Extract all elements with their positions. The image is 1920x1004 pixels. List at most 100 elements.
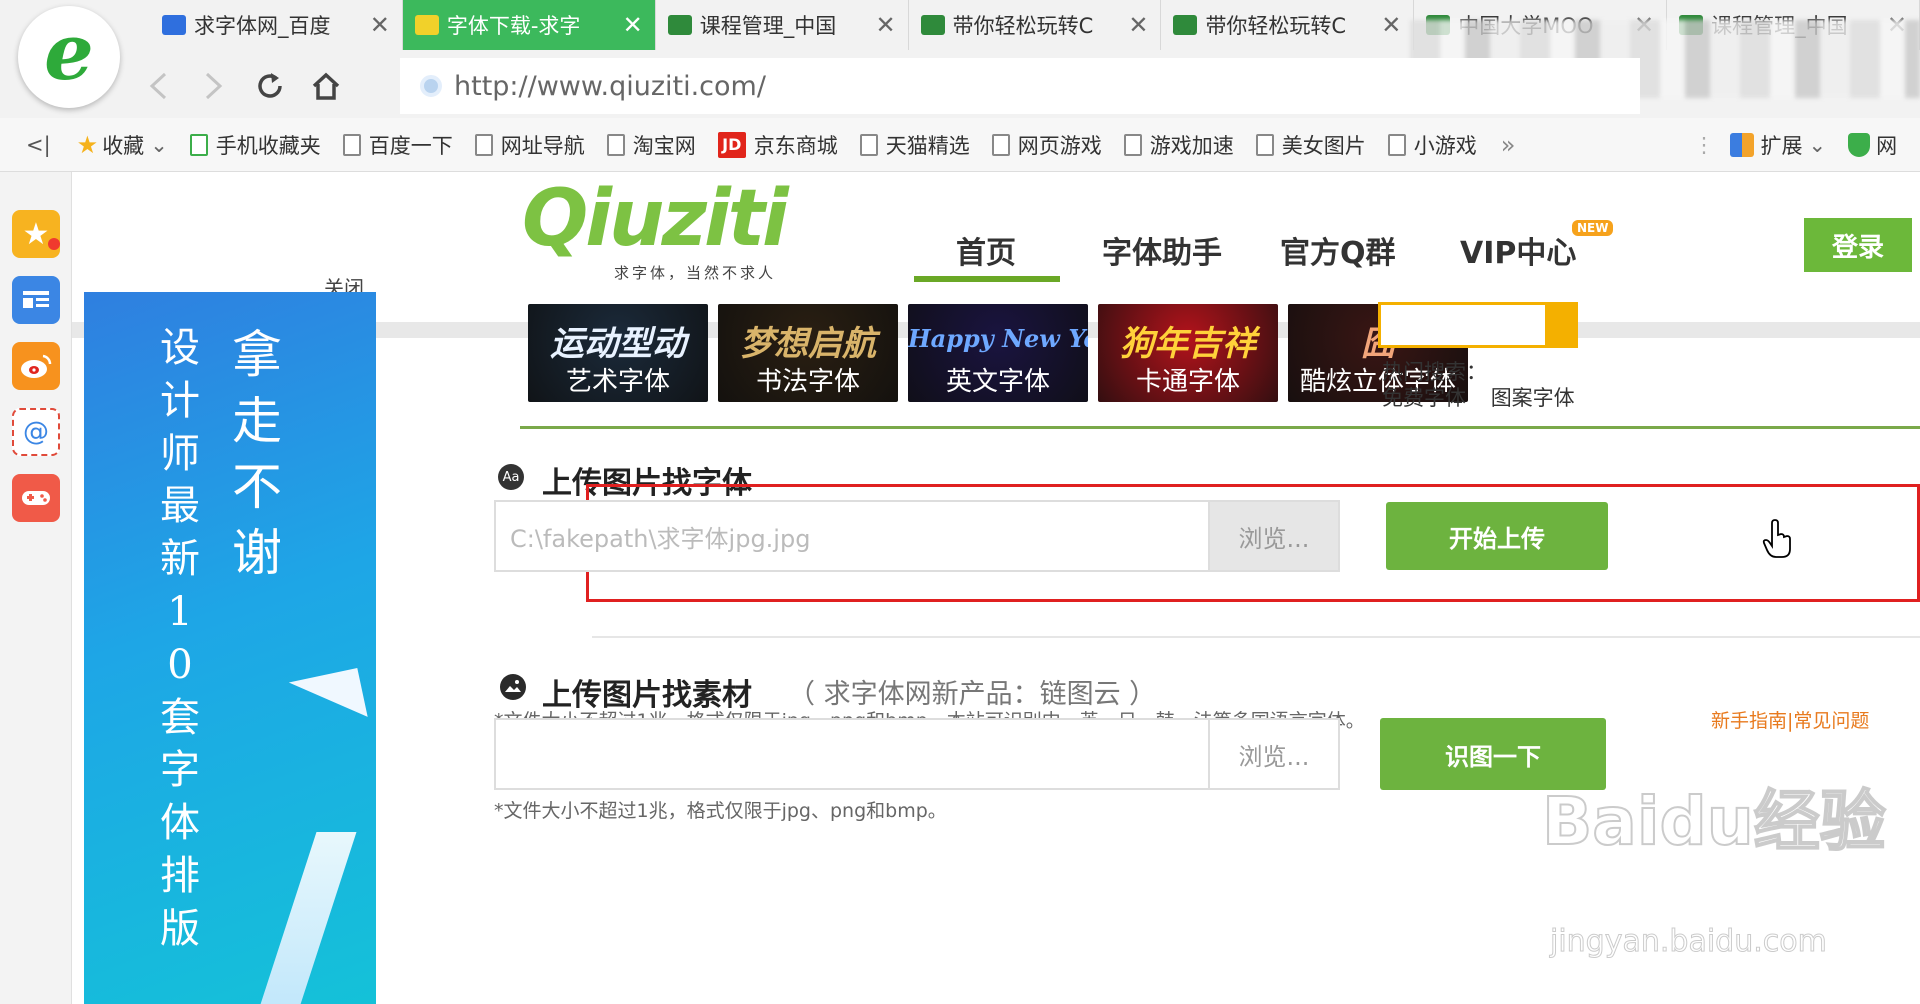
bookmark-item[interactable]: 手机收藏夹 (189, 130, 321, 160)
site-logo[interactable]: Qiuziti 求字体，当然不求人 (522, 180, 822, 282)
news-feed-icon[interactable] (12, 276, 60, 324)
extra-toolbar-button[interactable]: 网 (1848, 130, 1897, 160)
phone-icon (189, 133, 208, 156)
tab-favicon-icon (414, 15, 439, 35)
bookmark-label: 网址导航 (500, 133, 585, 158)
browser-sidebar: ★ @ (0, 172, 72, 1004)
game-controller-icon[interactable] (12, 474, 60, 522)
nav-font-helper[interactable]: 字体助手 (1102, 228, 1222, 272)
weibo-icon[interactable] (12, 342, 60, 390)
page-icon (342, 133, 361, 156)
upload-font-browse-button[interactable]: 浏览... (1208, 500, 1340, 572)
extensions-button[interactable]: 扩展 ⌄ (1730, 130, 1826, 160)
site-slogan: 求字体，当然不求人 (614, 264, 777, 282)
page-icon (1255, 133, 1274, 156)
category-artwork-text: Happy New Year (908, 324, 1088, 353)
section-divider (592, 636, 1920, 638)
back-button[interactable] (130, 58, 186, 114)
upload-material-icon (500, 674, 526, 700)
category-label: 英文字体 (945, 367, 1050, 397)
nav-qq-group[interactable]: 官方Q群 (1280, 228, 1396, 272)
bookmark-item[interactable]: 小游戏 (1387, 130, 1477, 160)
page-icon (991, 133, 1010, 156)
browser-tab[interactable]: 字体下载-求字 ✕ (402, 0, 656, 50)
navigation-row: http://www.qiuziti.com/ (130, 54, 1920, 118)
tab-close-icon[interactable]: ✕ (1381, 11, 1401, 39)
category-label: 书法字体 (755, 367, 860, 397)
login-button[interactable]: 登录 (1804, 218, 1912, 272)
browser-tab[interactable]: 带你轻松玩转C ✕ (1161, 0, 1415, 50)
baidu-watermark: Baidu经验 (1541, 782, 1887, 861)
bookmark-label: 百度一下 (368, 133, 453, 158)
browser-logo-icon[interactable]: e (18, 6, 120, 108)
home-button[interactable] (298, 58, 354, 114)
site-security-icon (420, 75, 442, 97)
site-search-button[interactable] (1548, 302, 1578, 348)
bookmark-label: 游戏加速 (1149, 133, 1234, 158)
bookmark-item[interactable]: 游戏加速 (1123, 130, 1234, 160)
tab-title: 带你轻松玩转C (952, 14, 1094, 38)
bookmarks-more-button[interactable]: » (1501, 131, 1516, 159)
web-page: Qiuziti 求字体，当然不求人 首页 字体助手 官方Q群 VIP中心 NEW… (72, 172, 1920, 1004)
ad-decoration-arrow (220, 667, 368, 747)
ad-text-secondary: 拿走不谢 (232, 326, 282, 582)
category-thumbnails: 运动型动艺术字体梦想启航书法字体 Happy New Year 英文字体 狗年吉祥卡通… (528, 304, 1478, 402)
category-card[interactable]: 狗年吉祥 卡通字体 (1098, 304, 1278, 402)
upload-font-start-button[interactable]: 开始上传 (1386, 502, 1608, 570)
bookmark-item[interactable]: 淘宝网 (606, 130, 696, 160)
star-icon: ★ (76, 130, 99, 159)
tab-close-icon[interactable]: ✕ (875, 11, 895, 39)
url-text: http://www.qiuziti.com/ (454, 70, 766, 102)
upload-font-file-field[interactable]: C:\fakepath\求字体jpg.jpg (494, 500, 1210, 572)
reload-button[interactable] (242, 58, 298, 114)
bookmark-item[interactable]: 百度一下 (342, 130, 453, 160)
favorites-star-icon[interactable]: ★ (12, 210, 60, 258)
side-banner-ad[interactable]: 设计师最新10套字体排版 拿走不谢 (84, 292, 376, 1004)
shield-icon (1848, 132, 1871, 157)
upload-material-browse-button[interactable]: 浏览... (1208, 718, 1340, 790)
tab-favicon-icon (162, 15, 186, 35)
bookmark-item[interactable]: 网页游戏 (991, 130, 1102, 160)
browser-tab[interactable]: 课程管理_中国 ✕ (656, 0, 909, 50)
category-artwork-text: 梦想启航 (740, 324, 876, 364)
browser-tab[interactable]: 带你轻松玩转C ✕ (909, 0, 1162, 50)
notification-dot (48, 238, 60, 250)
hand-cursor-icon (1762, 519, 1791, 558)
hot-search-link[interactable]: 免费字体 (1382, 386, 1466, 410)
category-card[interactable]: 运动型动 艺术字体 (528, 304, 708, 402)
category-card[interactable]: 梦想启航 书法字体 (718, 304, 898, 402)
browser-tab[interactable]: 求字体网_百度 ✕ (150, 0, 403, 50)
hot-search-link[interactable]: 图案字体 (1491, 386, 1575, 410)
bookmark-item[interactable]: JD 京东商城 (717, 130, 838, 160)
tab-close-icon[interactable]: ✕ (1128, 11, 1148, 39)
upload-material-note: *文件大小不超过1兆，格式仅限于jpg、png和bmp。 (494, 800, 947, 822)
site-search-input[interactable] (1378, 302, 1548, 348)
category-card[interactable]: Happy New Year 英文字体 (908, 304, 1088, 402)
address-bar[interactable]: http://www.qiuziti.com/ (400, 58, 1640, 114)
chevron-down-icon: ⌄ (150, 132, 168, 157)
tab-title: 求字体网_百度 (194, 14, 331, 38)
upload-material-title: 上传图片找素材 (542, 678, 752, 713)
forward-button[interactable] (186, 58, 242, 114)
nav-home[interactable]: 首页 (956, 228, 1016, 272)
new-badge: NEW (1572, 220, 1614, 236)
nav-active-underline (914, 276, 1060, 282)
tab-favicon-icon (1173, 15, 1198, 35)
tab-close-icon[interactable]: ✕ (623, 11, 643, 39)
bookmark-item[interactable]: 天猫精选 (859, 130, 970, 160)
nav-vip-center[interactable]: VIP中心 (1460, 228, 1576, 272)
mail-icon[interactable]: @ (12, 408, 60, 456)
bookmark-label: 收藏 (102, 133, 145, 158)
bookmark-item[interactable]: 美女图片 (1255, 130, 1366, 160)
bookmark-item[interactable]: ★ 收藏 ⌄ (77, 130, 168, 160)
category-label: 卡通字体 (1135, 367, 1240, 397)
upload-material-file-field[interactable] (494, 718, 1210, 790)
browser-chrome: e 求字体网_百度 ✕ 字体下载-求字 ✕ 课程管理_中国 ✕ 带你轻松玩转C ✕ 带你轻松玩转… (0, 0, 1920, 172)
bookmark-item[interactable]: 网址导航 (474, 130, 585, 160)
sidebar-toggle-button[interactable]: <| (26, 133, 51, 157)
help-links[interactable]: 新手指南|常见问题 (1711, 706, 1869, 733)
tab-close-icon[interactable]: ✕ (370, 11, 390, 39)
toolbar-separator: ⋮ (1693, 132, 1715, 157)
page-icon (1387, 133, 1406, 156)
tab-favicon-icon (667, 15, 692, 35)
